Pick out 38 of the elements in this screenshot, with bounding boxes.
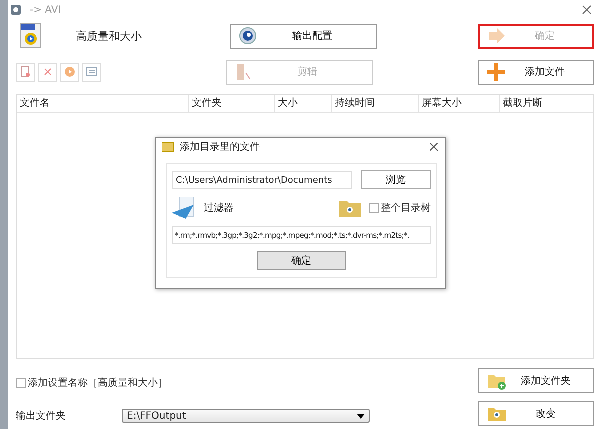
dialog-title: 添加目录里的文件 bbox=[180, 140, 260, 154]
column-header[interactable]: 屏幕大小 bbox=[419, 95, 500, 112]
caret-icon bbox=[357, 414, 365, 418]
plus-icon bbox=[487, 63, 505, 81]
output-folder-label: 输出文件夹 bbox=[16, 410, 67, 423]
gear-icon bbox=[239, 27, 257, 45]
path-field[interactable]: C:\Users\Administrator\Documents bbox=[172, 170, 352, 188]
play-icon bbox=[64, 66, 76, 78]
window-title: -> AVI bbox=[30, 4, 62, 16]
add-folder-button[interactable]: 添加文件夹 bbox=[478, 368, 594, 393]
close-icon[interactable] bbox=[430, 142, 438, 150]
column-header[interactable]: 截取片断 bbox=[500, 95, 593, 112]
video-file-icon bbox=[20, 23, 42, 49]
close-icon[interactable] bbox=[582, 5, 592, 15]
preset-label: 高质量和大小 bbox=[76, 28, 142, 44]
column-header[interactable]: 持续时间 bbox=[332, 95, 419, 112]
column-header[interactable]: 大小 bbox=[275, 95, 332, 112]
checkbox[interactable] bbox=[369, 203, 379, 213]
add-file-button[interactable]: 添加文件 bbox=[478, 60, 594, 84]
output-config-button[interactable]: 输出配置 bbox=[230, 24, 377, 48]
folder-icon bbox=[162, 142, 174, 152]
arrow-icon bbox=[488, 28, 506, 44]
browse-button[interactable]: 浏览 bbox=[361, 170, 431, 189]
folder-icon bbox=[339, 199, 361, 217]
filter-label: 过滤器 bbox=[204, 202, 234, 215]
paper-plane-icon bbox=[172, 197, 196, 219]
cross-icon bbox=[42, 66, 54, 78]
output-folder-dropdown[interactable]: E:\FFOutput bbox=[122, 409, 370, 423]
checkbox[interactable] bbox=[16, 378, 26, 388]
checkbox-label: 添加设置名称［高质量和大小］ bbox=[28, 376, 168, 390]
ok-button[interactable]: 确定 bbox=[257, 251, 346, 270]
folder-icon bbox=[487, 406, 507, 422]
column-header[interactable]: 文件名 bbox=[17, 95, 189, 112]
checkbox-label: 整个目录树 bbox=[381, 202, 431, 215]
list-icon bbox=[86, 66, 98, 78]
file-icon bbox=[20, 66, 32, 78]
column-header[interactable]: 文件夹 bbox=[189, 95, 275, 112]
change-button[interactable]: 改变 bbox=[478, 401, 594, 426]
